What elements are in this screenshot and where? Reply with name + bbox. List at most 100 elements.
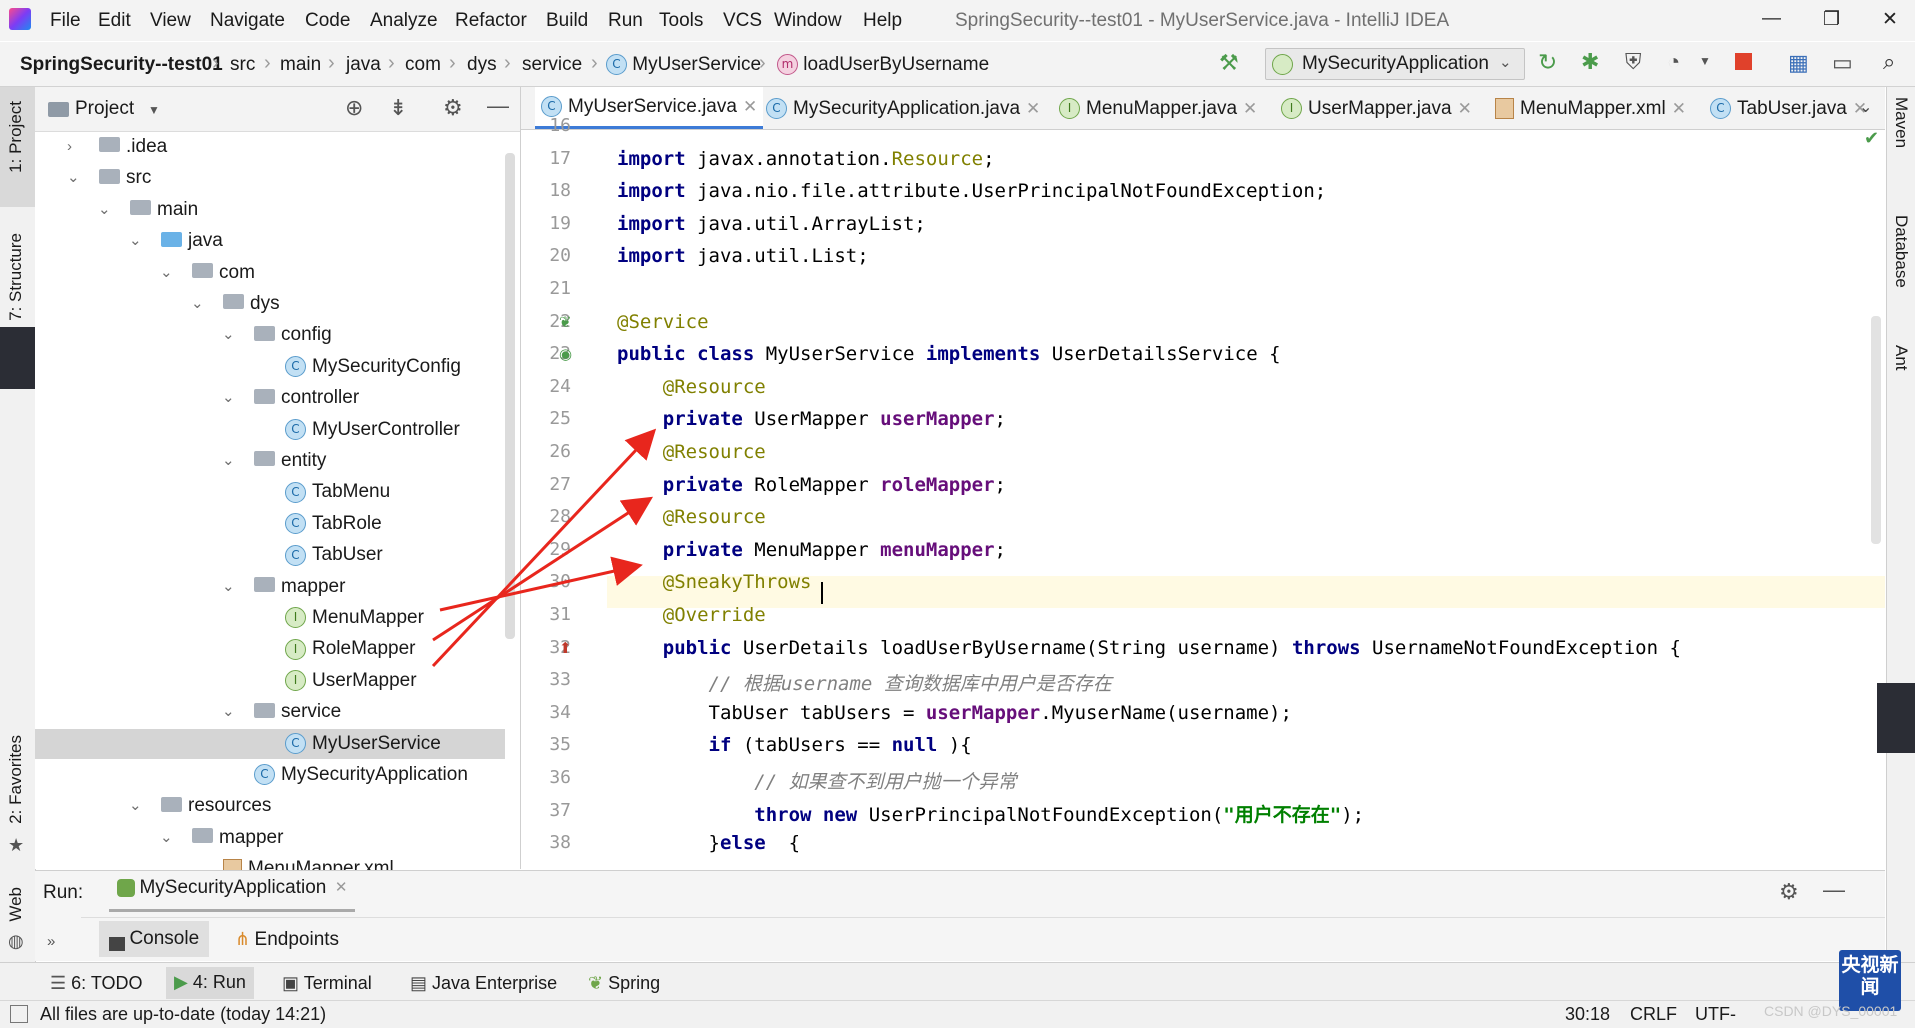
breadcrumb-method[interactable]: m loadUserByUsername bbox=[777, 54, 989, 76]
tree-item[interactable]: ⌄ service bbox=[222, 697, 341, 727]
menu-help[interactable]: Help bbox=[863, 10, 902, 32]
breadcrumb-java[interactable]: java bbox=[346, 54, 381, 76]
search-icon[interactable]: ⌕ bbox=[1883, 49, 1895, 75]
tree-item[interactable]: C TabMenu bbox=[285, 477, 390, 507]
ant-tool-tab[interactable]: Ant bbox=[1891, 345, 1911, 371]
maven-tool-tab[interactable]: Maven bbox=[1891, 97, 1911, 148]
breadcrumb-service[interactable]: service bbox=[522, 54, 582, 76]
tree-item[interactable]: ⌄ entity bbox=[222, 446, 326, 476]
chevron-down-icon[interactable]: ⌄ bbox=[98, 195, 111, 225]
menu-tools[interactable]: Tools bbox=[659, 10, 703, 32]
tree-item[interactable]: ⌄ com bbox=[160, 258, 255, 288]
run-config-select[interactable]: MySecurityApplication ⌄ bbox=[1265, 48, 1525, 80]
project-view-title[interactable]: Project bbox=[75, 98, 134, 120]
status-toggle-icon[interactable] bbox=[10, 1005, 28, 1023]
spring-bean-icon[interactable]: ❦ bbox=[559, 313, 572, 331]
run-tool-tab[interactable]: ▶ 4: Run bbox=[166, 967, 254, 999]
tree-item[interactable]: I MenuMapper bbox=[285, 603, 424, 633]
tree-item[interactable]: ⌄ dys bbox=[191, 289, 280, 319]
project-scrollbar[interactable] bbox=[505, 153, 515, 639]
tree-item[interactable]: ⌄ mapper bbox=[222, 572, 345, 602]
chevron-down-icon[interactable]: ⌄ bbox=[160, 258, 173, 288]
breadcrumb-class[interactable]: C MyUserService bbox=[606, 54, 761, 76]
chevron-down-icon[interactable]: ⌄ bbox=[129, 791, 142, 821]
menu-build[interactable]: Build bbox=[546, 10, 588, 32]
tree-item[interactable]: › .idea bbox=[67, 132, 167, 162]
debug-bug-icon[interactable]: ✱ bbox=[1581, 49, 1599, 75]
close-icon[interactable]: ✕ bbox=[1672, 99, 1686, 118]
rerun-icon[interactable]: ↻ bbox=[1538, 49, 1557, 76]
tree-item[interactable]: C MyUserService bbox=[285, 729, 441, 759]
project-structure-icon[interactable]: ▦ bbox=[1788, 50, 1809, 76]
tree-item[interactable]: ⌄ resources bbox=[129, 791, 271, 821]
menu-refactor[interactable]: Refactor bbox=[455, 10, 527, 32]
menu-analyze[interactable]: Analyze bbox=[370, 10, 438, 32]
close-icon[interactable]: ✕ bbox=[1458, 99, 1472, 118]
chevron-down-icon[interactable]: ▼ bbox=[148, 103, 160, 117]
spring-bean-icon[interactable]: ◉ bbox=[559, 345, 572, 363]
web-tool-tab[interactable]: Web bbox=[6, 887, 26, 922]
spring-tool-tab[interactable]: ❦ Spring bbox=[588, 973, 660, 994]
tree-item[interactable]: I RoleMapper bbox=[285, 634, 416, 664]
stop-icon[interactable] bbox=[1735, 53, 1752, 70]
database-tool-tab[interactable]: Database bbox=[1891, 215, 1911, 288]
tree-item[interactable]: ⌄ controller bbox=[222, 383, 359, 413]
chevron-down-icon[interactable]: ⌄ bbox=[67, 163, 80, 193]
editor-tab[interactable]: C TabUser.java ✕ bbox=[1710, 98, 1867, 120]
chevron-down-icon[interactable]: ⌄ bbox=[222, 383, 235, 413]
gear-icon[interactable]: ⚙ bbox=[443, 95, 463, 121]
editor-tab[interactable]: I MenuMapper.java ✕ bbox=[1059, 98, 1257, 120]
build-hammer-icon[interactable]: ⚒ bbox=[1219, 50, 1239, 76]
hide-panel-icon[interactable]: — bbox=[487, 93, 509, 119]
breadcrumb-main[interactable]: main bbox=[280, 54, 321, 76]
tree-item[interactable]: ⌄ java bbox=[129, 226, 223, 256]
chevron-down-icon[interactable]: ⌄ bbox=[222, 572, 235, 602]
line-separator[interactable]: CRLF bbox=[1630, 1004, 1677, 1025]
close-icon[interactable]: ✕ bbox=[743, 97, 757, 116]
status-message[interactable]: All files are up-to-date (today 14:21) bbox=[40, 1004, 326, 1025]
breadcrumb-project[interactable]: SpringSecurity--test01 bbox=[20, 54, 223, 76]
project-tool-tab[interactable]: 1: Project bbox=[0, 87, 35, 207]
menu-window[interactable]: Window bbox=[774, 10, 842, 32]
todo-tool-tab[interactable]: ☰ 6: TODO bbox=[50, 973, 143, 994]
tree-item[interactable]: I UserMapper bbox=[285, 666, 417, 696]
close-icon[interactable]: ✕ bbox=[1243, 99, 1257, 118]
breadcrumb-com[interactable]: com bbox=[405, 54, 441, 76]
menu-file[interactable]: File bbox=[50, 10, 81, 32]
tree-item[interactable]: ⌄ main bbox=[98, 195, 198, 225]
tree-item[interactable]: C TabUser bbox=[285, 540, 383, 570]
close-icon[interactable]: ✕ bbox=[335, 879, 348, 896]
menu-navigate[interactable]: Navigate bbox=[210, 10, 285, 32]
endpoints-tab[interactable]: ⋔ Endpoints bbox=[225, 921, 349, 957]
chevron-down-icon[interactable]: ⌄ bbox=[222, 446, 235, 476]
structure-tool-tab[interactable]: 7: Structure bbox=[6, 233, 26, 321]
chevron-down-icon[interactable]: ⌄ bbox=[129, 226, 142, 256]
locate-target-icon[interactable]: ⊕ bbox=[345, 95, 363, 121]
editor-tab[interactable]: I UserMapper.java ✕ bbox=[1281, 98, 1472, 120]
chevron-down-icon[interactable]: ⌄ bbox=[222, 697, 235, 727]
chevron-down-icon[interactable]: ⌄ bbox=[222, 320, 235, 350]
console-tab[interactable]: Console bbox=[99, 921, 210, 957]
chevron-down-icon[interactable]: ⌄ bbox=[160, 823, 173, 853]
tree-item[interactable]: ⌄ src bbox=[67, 163, 151, 193]
menu-run[interactable]: Run bbox=[608, 10, 643, 32]
override-method-icon[interactable]: ⬆ bbox=[559, 639, 572, 657]
file-encoding[interactable]: UTF- bbox=[1695, 1004, 1736, 1025]
chevron-down-icon[interactable]: ▼ bbox=[1699, 54, 1711, 68]
caret-position[interactable]: 30:18 bbox=[1565, 1004, 1610, 1025]
minimize-button[interactable]: — bbox=[1762, 8, 1781, 30]
tree-item[interactable]: C MySecurityApplication bbox=[254, 760, 468, 790]
tree-item[interactable]: ⌄ config bbox=[222, 320, 332, 350]
chevron-right-icon[interactable]: › bbox=[67, 132, 72, 162]
run-config-tab[interactable]: MySecurityApplication ✕ bbox=[109, 877, 356, 912]
expand-chevrons-icon[interactable]: » bbox=[47, 933, 55, 950]
terminal-tool-tab[interactable]: ▣ Terminal bbox=[282, 973, 372, 994]
collapse-all-icon[interactable]: ⇟ bbox=[389, 95, 407, 121]
tree-item[interactable]: C MySecurityConfig bbox=[285, 352, 461, 382]
profile-icon[interactable]: ◔ bbox=[1667, 49, 1680, 75]
chevron-down-icon[interactable]: ⌄ bbox=[1859, 97, 1872, 117]
tree-item[interactable]: ⌄ mapper bbox=[160, 823, 283, 853]
terminal-window-icon[interactable]: ▭ bbox=[1832, 50, 1853, 76]
java-enterprise-tool-tab[interactable]: ▤ Java Enterprise bbox=[410, 973, 557, 994]
tree-item[interactable]: C MyUserController bbox=[285, 415, 460, 445]
